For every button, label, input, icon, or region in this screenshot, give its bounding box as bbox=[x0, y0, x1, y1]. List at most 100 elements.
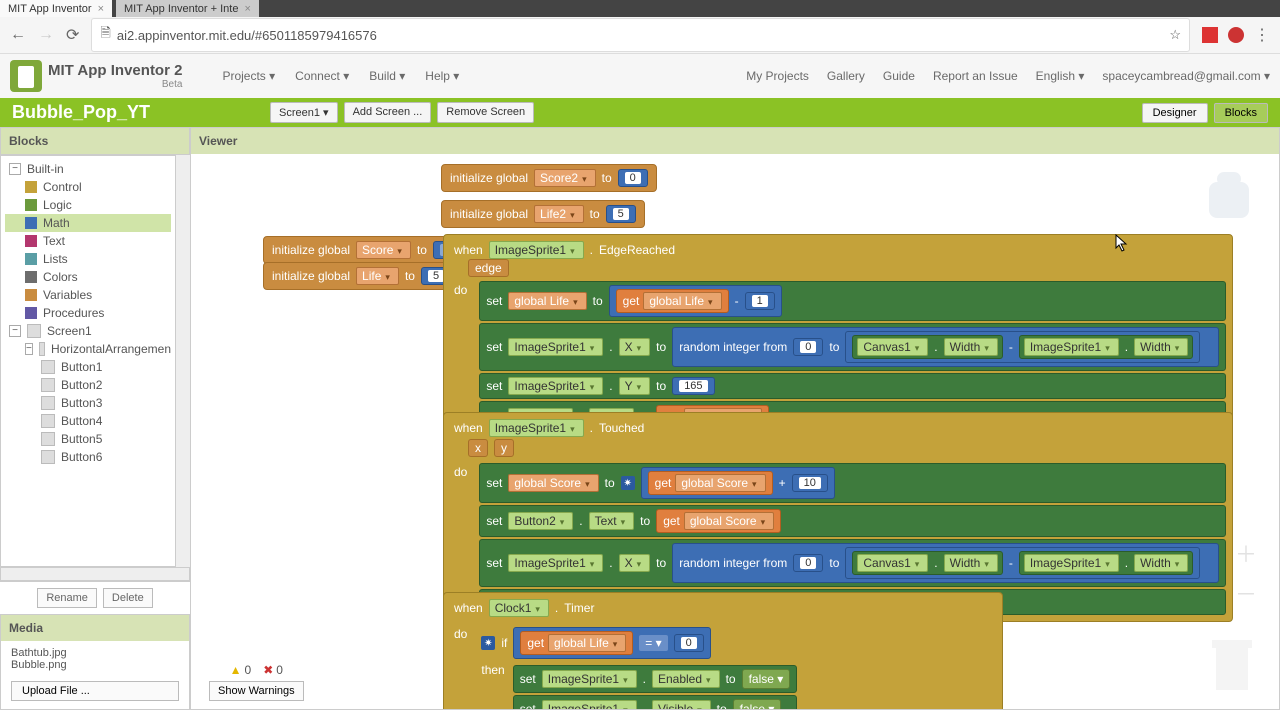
get-score[interactable]: getglobal Score bbox=[656, 509, 781, 533]
num-literal[interactable]: 0 bbox=[800, 557, 816, 569]
blocks-tree[interactable]: −Built-in Control Logic Math Text Lists … bbox=[0, 155, 176, 567]
false-block[interactable]: false ▾ bbox=[742, 669, 791, 689]
cat-lists[interactable]: Lists bbox=[43, 252, 68, 266]
canvas-width[interactable]: Canvas1.Width bbox=[852, 551, 1002, 575]
collapse-icon[interactable]: − bbox=[25, 343, 33, 355]
width-prop[interactable]: Width bbox=[944, 554, 998, 572]
width-prop[interactable]: Width bbox=[944, 338, 998, 356]
canvas-width[interactable]: Canvas1.Width bbox=[852, 335, 1002, 359]
delete-button[interactable]: Delete bbox=[103, 588, 153, 608]
menu-projects[interactable]: Projects ▾ bbox=[222, 69, 275, 83]
rename-button[interactable]: Rename bbox=[37, 588, 97, 608]
init-score-block[interactable]: initialize globalScoreto0 bbox=[263, 236, 472, 264]
touched-event[interactable]: whenImageSprite1.Touched xy do setglobal… bbox=[443, 412, 1233, 622]
clock-dropdown[interactable]: Clock1 bbox=[489, 599, 549, 617]
var-drop[interactable]: global Life bbox=[508, 292, 586, 310]
num-literal[interactable]: 165 bbox=[679, 380, 707, 392]
gear-icon[interactable]: ✷ bbox=[621, 476, 635, 490]
blocks-canvas[interactable]: initialize globalScore2to0 initialize gl… bbox=[191, 154, 1279, 709]
cat-math[interactable]: Math bbox=[43, 216, 70, 230]
show-warnings-button[interactable]: Show Warnings bbox=[209, 681, 304, 701]
compare-expr[interactable]: getglobal Life= ▾0 bbox=[513, 627, 710, 659]
media-file[interactable]: Bubble.png bbox=[11, 659, 179, 671]
backpack-icon[interactable] bbox=[1199, 164, 1259, 224]
timer-event[interactable]: whenClock1.Timer do ✷if getglobal Life= … bbox=[443, 592, 1003, 709]
designer-button[interactable]: Designer bbox=[1142, 103, 1208, 123]
num-socket[interactable]: 0 bbox=[618, 169, 648, 187]
num-literal[interactable]: 0 bbox=[625, 172, 641, 184]
extension-icon[interactable] bbox=[1202, 27, 1218, 43]
trash-icon[interactable] bbox=[1210, 636, 1254, 694]
visible-prop[interactable]: Visible bbox=[652, 700, 711, 709]
cat-variables[interactable]: Variables bbox=[43, 288, 92, 302]
num-socket[interactable]: 5 bbox=[606, 205, 636, 223]
sprite-drop[interactable]: ImageSprite1 bbox=[1024, 554, 1119, 572]
my-projects-link[interactable]: My Projects bbox=[746, 69, 809, 83]
abp-icon[interactable] bbox=[1228, 27, 1244, 43]
zoom-in-icon[interactable]: ＋ bbox=[1235, 537, 1257, 569]
num-literal[interactable]: 10 bbox=[799, 477, 821, 489]
num-literal[interactable]: 5 bbox=[428, 270, 444, 282]
x-param[interactable]: x bbox=[468, 439, 488, 457]
screen1-node[interactable]: Screen1 bbox=[47, 324, 92, 338]
set-sprite-x-stmt2[interactable]: setImageSprite1.Xto random integer from0… bbox=[479, 539, 1226, 587]
remove-screen-button[interactable]: Remove Screen bbox=[437, 102, 534, 123]
get-score[interactable]: getglobal Score bbox=[648, 471, 773, 495]
gear-icon[interactable]: ✷ bbox=[481, 636, 495, 650]
add-screen-button[interactable]: Add Screen ... bbox=[344, 102, 432, 123]
menu-icon[interactable]: ⋮ bbox=[1254, 25, 1270, 45]
subtract-expr[interactable]: getglobal Life-1 bbox=[609, 285, 782, 317]
set-life-stmt[interactable]: setglobal Lifeto getglobal Life-1 bbox=[479, 281, 1226, 321]
text-prop[interactable]: Text bbox=[589, 512, 635, 530]
random-expr[interactable]: random integer from0to Canvas1.Width-Ima… bbox=[672, 543, 1219, 583]
var-drop[interactable]: global Score bbox=[684, 512, 774, 530]
y-param[interactable]: y bbox=[494, 439, 514, 457]
button2-node[interactable]: Button2 bbox=[61, 378, 102, 392]
set-enabled-stmt[interactable]: setImageSprite1.Enabledtofalse ▾ bbox=[513, 665, 798, 693]
eq-op[interactable]: = ▾ bbox=[639, 635, 667, 651]
var-drop[interactable]: global Life bbox=[643, 292, 721, 310]
width-subtract[interactable]: Canvas1.Width-ImageSprite1.Width bbox=[845, 331, 1200, 363]
enabled-prop[interactable]: Enabled bbox=[652, 670, 720, 688]
menu-help[interactable]: Help ▾ bbox=[425, 69, 459, 83]
prop-x[interactable]: X bbox=[619, 554, 651, 572]
width-prop[interactable]: Width bbox=[1134, 338, 1188, 356]
width-prop[interactable]: Width bbox=[1134, 554, 1188, 572]
gallery-link[interactable]: Gallery bbox=[827, 69, 865, 83]
url-input[interactable]: 🗎 ai2.appinventor.mit.edu/#6501185979416… bbox=[91, 18, 1190, 52]
cat-procedures[interactable]: Procedures bbox=[43, 306, 104, 320]
zoom-out-icon[interactable]: － bbox=[1235, 577, 1257, 609]
sprite-dropdown[interactable]: ImageSprite1 bbox=[542, 670, 637, 688]
menu-connect[interactable]: Connect ▾ bbox=[295, 69, 349, 83]
set-visible-stmt[interactable]: setImageSprite1.Visibletofalse ▾ bbox=[513, 695, 798, 709]
var-drop[interactable]: global Score bbox=[508, 474, 598, 492]
button1-node[interactable]: Button1 bbox=[61, 360, 102, 374]
blocks-button[interactable]: Blocks bbox=[1214, 103, 1268, 123]
random-expr[interactable]: random integer from0to Canvas1.Width-Ima… bbox=[672, 327, 1219, 367]
num-literal[interactable]: 0 bbox=[800, 341, 816, 353]
sprite-dropdown[interactable]: ImageSprite1 bbox=[489, 241, 584, 259]
button4-node[interactable]: Button4 bbox=[61, 414, 102, 428]
back-icon[interactable]: ← bbox=[10, 26, 26, 44]
button6-node[interactable]: Button6 bbox=[61, 450, 102, 464]
num-literal[interactable]: 0 bbox=[681, 637, 697, 649]
sprite-width[interactable]: ImageSprite1.Width bbox=[1019, 335, 1193, 359]
sprite-dropdown[interactable]: ImageSprite1 bbox=[508, 338, 603, 356]
set-sprite-y-stmt[interactable]: setImageSprite1.Yto165 bbox=[479, 373, 1226, 399]
collapse-icon[interactable]: − bbox=[9, 325, 21, 337]
harr-node[interactable]: HorizontalArrangemen bbox=[51, 342, 171, 356]
menu-build[interactable]: Build ▾ bbox=[369, 69, 405, 83]
cat-text[interactable]: Text bbox=[43, 234, 65, 248]
init-life2-block[interactable]: initialize globalLife2to5 bbox=[441, 200, 645, 228]
var-drop[interactable]: global Score bbox=[675, 474, 765, 492]
guide-link[interactable]: Guide bbox=[883, 69, 915, 83]
close-icon[interactable]: × bbox=[98, 3, 104, 15]
tree-hscroll[interactable] bbox=[0, 567, 190, 581]
var-name[interactable]: Life2 bbox=[534, 205, 584, 223]
button3-node[interactable]: Button3 bbox=[61, 396, 102, 410]
star-icon[interactable]: ☆ bbox=[1169, 27, 1181, 43]
media-file[interactable]: Bathtub.jpg bbox=[11, 647, 179, 659]
false-block[interactable]: false ▾ bbox=[733, 699, 782, 709]
edge-reached-event[interactable]: whenImageSprite1.EdgeReached edge do set… bbox=[443, 234, 1233, 440]
init-life-block[interactable]: initialize globalLifeto5 bbox=[263, 262, 460, 290]
